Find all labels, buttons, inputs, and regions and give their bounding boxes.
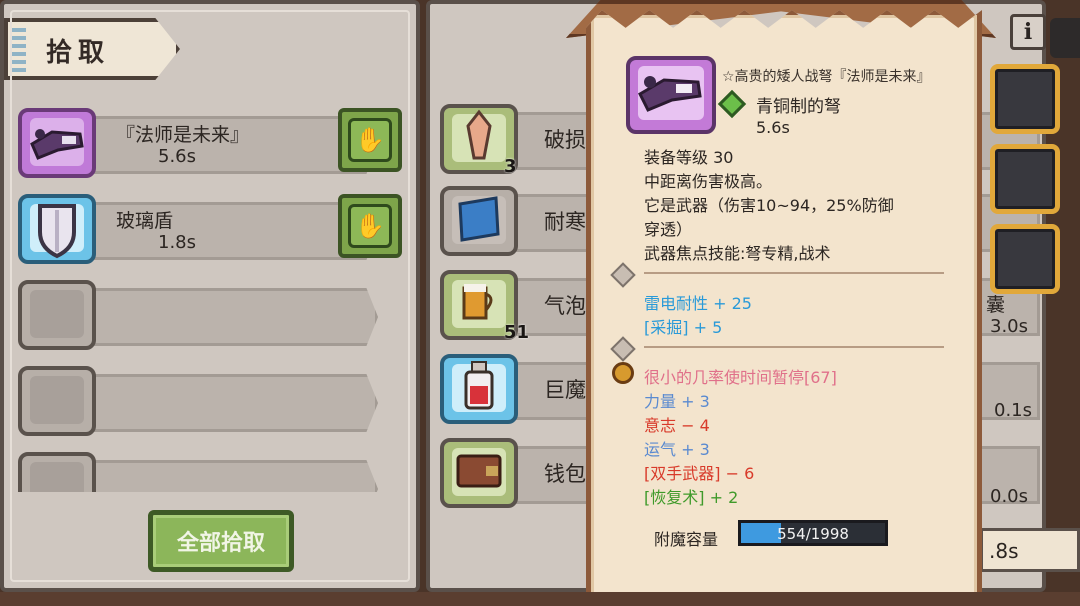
tooltip-divider xyxy=(644,272,944,274)
equipment-slot[interactable] xyxy=(990,224,1060,294)
tooltip-timer: 5.6s xyxy=(756,118,790,137)
enchant-stat: [采掘] + 5 xyxy=(644,318,723,337)
equipment-slot[interactable] xyxy=(990,144,1060,214)
loot-slot-empty xyxy=(18,452,96,492)
tooltip-line: 装备等级 30 xyxy=(644,148,734,167)
potion-icon xyxy=(464,361,494,410)
inventory-slot[interactable] xyxy=(440,354,518,424)
loot-row-empty xyxy=(18,360,404,444)
take-item-button[interactable]: ✋ xyxy=(338,108,402,172)
random-stat: 意志 − 4 xyxy=(644,416,710,435)
inventory-slot[interactable] xyxy=(440,186,518,256)
random-stat: [恢复术] + 2 xyxy=(644,488,739,507)
wallet-icon xyxy=(456,454,502,488)
item-count: 51 xyxy=(504,322,530,343)
tooltip-line: 武器焦点技能:弩专精,战术 xyxy=(644,244,831,263)
info-button[interactable]: i xyxy=(1010,14,1046,50)
loot-row[interactable]: 玻璃盾 1.8s ✋ xyxy=(18,188,404,272)
tooltip-base-name: 青铜制的弩 xyxy=(756,97,841,117)
tooltip-item-slot xyxy=(626,56,716,134)
crossbow-icon xyxy=(638,76,702,112)
enchant-capacity-bar: 554/1998 xyxy=(738,520,888,546)
enchant-capacity-label: 附魔容量 xyxy=(654,530,719,549)
tooltip-line: 它是武器（伤害10~94，25%防御 xyxy=(644,196,894,215)
inventory-item-name: 耐寒 xyxy=(544,210,586,234)
equipment-slot[interactable] xyxy=(990,64,1060,134)
tooltip-divider xyxy=(644,346,944,348)
random-stat: 运气 + 3 xyxy=(644,440,710,459)
item-timer: 3.0s xyxy=(990,316,1029,337)
shield-icon xyxy=(38,204,76,259)
loot-slot-empty xyxy=(18,280,96,350)
loot-slot-empty xyxy=(18,366,96,436)
title-tab-stripe xyxy=(12,26,26,72)
pickup-title: 拾取 xyxy=(46,38,111,68)
loot-row-bar xyxy=(88,288,378,346)
gear-icon xyxy=(612,362,634,384)
tooltip-full-name: ☆高贵的矮人战弩『法师是未来』 xyxy=(722,69,931,85)
loot-item-timer: 1.8s xyxy=(158,232,197,253)
pickup-panel: 拾取 『法师是未来』 5.6s ✋ 玻璃盾 1.8s ✋ 全部拾取 xyxy=(0,0,420,592)
take-item-button[interactable]: ✋ xyxy=(338,194,402,258)
tooltip-line: 穿透） xyxy=(644,220,693,239)
take-all-button[interactable]: 全部拾取 xyxy=(148,510,294,572)
inventory-slot[interactable]: 51 xyxy=(440,270,529,343)
loot-row[interactable]: 『法师是未来』 5.6s ✋ xyxy=(18,102,404,186)
inventory-item-name-peek: 囊 xyxy=(986,294,1006,316)
inventory-item-name: 破损 xyxy=(544,128,586,152)
crossbow-icon xyxy=(30,129,84,160)
loot-item-timer: 5.6s xyxy=(158,146,197,167)
loot-row-empty xyxy=(18,446,404,492)
inventory-item-name: 气泡 xyxy=(544,294,586,318)
random-stat: 很小的几率使时间暂停[67] xyxy=(644,368,837,387)
inventory-slot[interactable]: 3 xyxy=(440,104,518,177)
loot-row-empty xyxy=(18,274,404,358)
inventory-slot[interactable] xyxy=(440,438,518,508)
hand-grab-icon: ✋ xyxy=(355,212,385,240)
scroll-icon xyxy=(458,196,500,242)
loot-row-bar xyxy=(88,374,378,432)
loot-row-bar xyxy=(88,460,378,492)
loot-slot[interactable] xyxy=(18,108,96,178)
enchant-capacity-value: 554/1998 xyxy=(777,525,849,543)
random-stat: [双手武器] − 6 xyxy=(644,464,755,483)
hand-grab-icon: ✋ xyxy=(355,126,385,154)
loot-slot[interactable] xyxy=(18,194,96,264)
item-timer: 0.1s xyxy=(994,400,1033,421)
random-stat: 力量 + 3 xyxy=(644,392,710,411)
bottom-bar xyxy=(0,592,1080,606)
item-timer: 0.0s xyxy=(990,486,1029,507)
item-count: 3 xyxy=(504,156,517,177)
enchant-stat: 雷电耐性 + 25 xyxy=(644,294,752,313)
item-timer: .8s xyxy=(980,528,1080,572)
tooltip-line: 中距离伤害极高。 xyxy=(644,172,773,191)
loot-item-name: 『法师是未来』 xyxy=(116,124,250,146)
loot-item-name: 玻璃盾 xyxy=(116,210,174,232)
corner-menu-button[interactable] xyxy=(1050,18,1080,58)
inventory-item-name: 巨魔 xyxy=(544,378,586,402)
